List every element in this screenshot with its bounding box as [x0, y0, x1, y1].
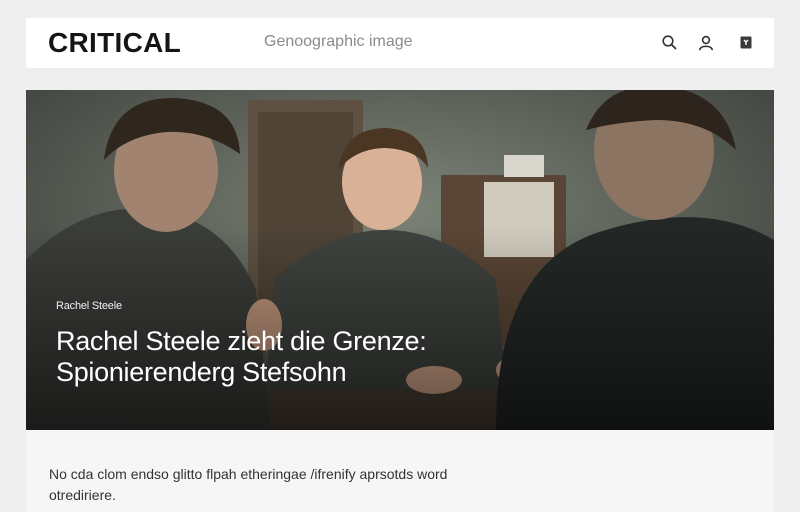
site-logo[interactable]: CRITICAL: [48, 27, 181, 59]
headline-line-2: Spionierenderg Stefsohn: [56, 357, 347, 387]
hero-headline[interactable]: Rachel Steele zieht die Grenze: Spionier…: [56, 326, 616, 388]
headline-line-1: Rachel Steele zieht die Grenze:: [56, 326, 427, 356]
teaser-line-1: No cda clom endso glitto flpah etheringa…: [49, 466, 448, 482]
user-icon[interactable]: [696, 33, 716, 53]
site-subtitle: Genoographic image: [264, 33, 413, 50]
bookmark-icon[interactable]: [736, 33, 756, 53]
hero-image[interactable]: Rachel Steele Rachel Steele zieht die Gr…: [26, 90, 774, 430]
site-header: CRITICAL Genoographic image: [26, 18, 774, 68]
article-teaser: No cda clom endso glitto flpah etheringa…: [26, 430, 774, 512]
teaser-line-2: otrediriere.: [49, 487, 116, 503]
search-icon[interactable]: [660, 33, 680, 53]
hero-author[interactable]: Rachel Steele: [56, 300, 122, 312]
teaser-text: No cda clom endso glitto flpah etheringa…: [49, 464, 499, 506]
